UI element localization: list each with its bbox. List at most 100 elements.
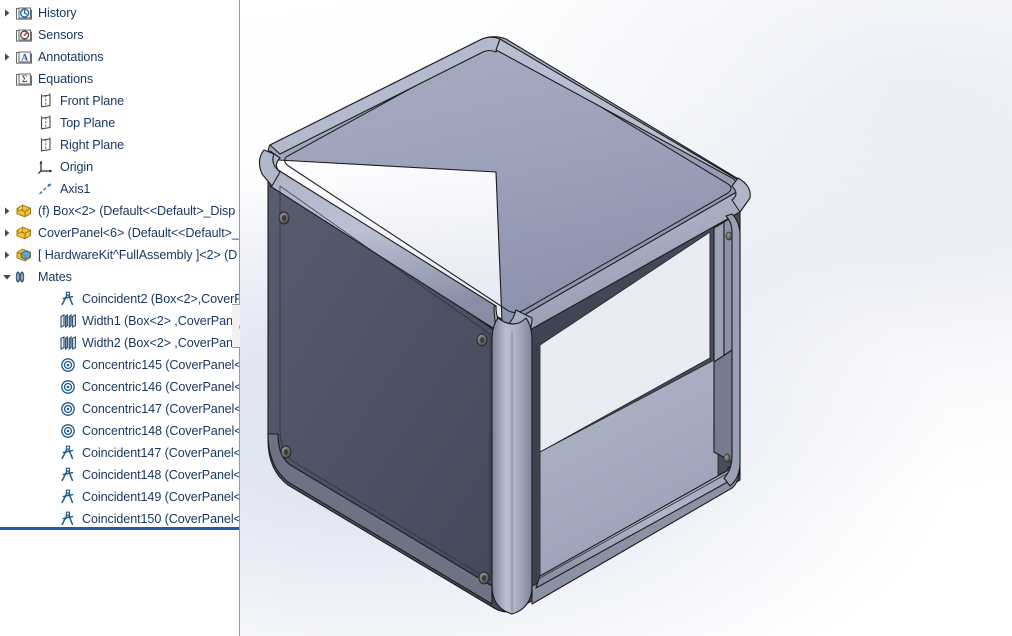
chevron-right-icon[interactable] <box>0 222 14 244</box>
panel-resize-grip[interactable] <box>232 304 240 348</box>
tree-item-label: Origin <box>60 160 93 174</box>
tree-row[interactable]: Concentric146 (CoverPanel<6>, <box>0 376 240 398</box>
concentric-mate-icon <box>58 399 78 419</box>
concentric-mate-icon <box>58 377 78 397</box>
axis-icon <box>36 179 56 199</box>
plane-icon <box>36 135 56 155</box>
twisty-placeholder <box>22 112 36 134</box>
tree-item-label: Front Plane <box>60 94 125 108</box>
tree-row[interactable]: Concentric148 (CoverPanel<6>, <box>0 420 240 442</box>
twisty-placeholder <box>44 464 58 486</box>
tree-item-label: Coincident148 (CoverPanel<6>, <box>82 468 240 482</box>
tree-row[interactable]: Coincident149 (CoverPanel<6>, <box>0 486 240 508</box>
twisty-placeholder <box>44 420 58 442</box>
twisty-placeholder <box>0 68 14 90</box>
twisty-placeholder <box>44 354 58 376</box>
tree-item-label: Mates <box>38 270 72 284</box>
tree-row[interactable]: Sensors <box>0 24 240 46</box>
coincident-mate-icon <box>58 443 78 463</box>
twisty-placeholder <box>22 178 36 200</box>
tree-row[interactable]: Coincident148 (CoverPanel<6>, <box>0 464 240 486</box>
twisty-placeholder <box>22 156 36 178</box>
plane-icon <box>36 113 56 133</box>
tree-item-label: Concentric148 (CoverPanel<6>, <box>82 424 240 438</box>
tree-item-label: Axis1 <box>60 182 91 196</box>
tree-row[interactable]: Width2 (Box<2> ,CoverPanel<6 <box>0 332 240 354</box>
tree-row[interactable]: A Annotations <box>0 46 240 68</box>
coincident-mate-icon <box>58 465 78 485</box>
component-part-icon <box>14 223 34 243</box>
tree-item-label: Concentric146 (CoverPanel<6>, <box>82 380 240 394</box>
tree-row[interactable]: Top Plane <box>0 112 240 134</box>
graphics-viewport[interactable] <box>240 0 1012 636</box>
chevron-down-icon[interactable] <box>0 266 14 288</box>
screw-bottom-right[interactable] <box>478 571 490 585</box>
tree-item-label: Right Plane <box>60 138 125 152</box>
concentric-mate-icon <box>58 421 78 441</box>
twisty-placeholder <box>44 332 58 354</box>
tree-item-label: Annotations <box>38 50 104 64</box>
origin-icon <box>36 157 56 177</box>
concentric-mate-icon <box>58 355 78 375</box>
tree-item-label: (f) Box<2> (Default<<Default>_Disp <box>38 204 236 218</box>
coincident-mate-icon <box>58 487 78 507</box>
chevron-right-icon[interactable] <box>0 244 14 266</box>
tree-row[interactable]: CoverPanel<6> (Default<<Default>_ <box>0 222 240 244</box>
tree-row[interactable]: Mates <box>0 266 240 288</box>
tree-row[interactable]: Front Plane <box>0 90 240 112</box>
twisty-placeholder <box>44 486 58 508</box>
width-mate-icon <box>58 333 78 353</box>
plane-icon <box>36 91 56 111</box>
tree-row[interactable]: Σ Equations <box>0 68 240 90</box>
twisty-placeholder <box>44 376 58 398</box>
tree-item-label: Coincident147 (CoverPanel<6>, <box>82 446 240 460</box>
twisty-placeholder <box>0 24 14 46</box>
twisty-placeholder <box>44 310 58 332</box>
opening-frame-rail-a <box>713 221 725 363</box>
screw-bottom-left[interactable] <box>280 445 292 459</box>
history-folder-icon <box>14 3 34 23</box>
tree-item-label: [ HardwareKit^FullAssembly ]<2> (D <box>38 248 238 262</box>
tree-item-label: Coincident2 (Box<2>,CoverPane <box>82 292 240 306</box>
twisty-placeholder <box>22 134 36 156</box>
tree-item-label: Concentric145 (CoverPanel<6>, <box>82 358 240 372</box>
screw-top-left[interactable] <box>278 211 290 225</box>
enclosure-box-3d-model[interactable] <box>240 0 1012 636</box>
twisty-placeholder <box>22 90 36 112</box>
cad-application-window: History Sensors A Annotations Σ Equation… <box>0 0 1012 636</box>
twisty-placeholder <box>44 288 58 310</box>
tree-row[interactable]: Origin <box>0 156 240 178</box>
feature-tree-list[interactable]: History Sensors A Annotations Σ Equation… <box>0 0 240 530</box>
tree-row[interactable]: Width1 (Box<2> ,CoverPanel<6 <box>0 310 240 332</box>
equations-folder-icon: Σ <box>14 69 34 89</box>
tree-item-label: CoverPanel<6> (Default<<Default>_ <box>38 226 239 240</box>
screw-top-right[interactable] <box>476 333 488 347</box>
screw-right-top[interactable] <box>725 231 733 241</box>
feature-manager-panel[interactable]: History Sensors A Annotations Σ Equation… <box>0 0 240 636</box>
chevron-right-icon[interactable] <box>0 200 14 222</box>
tree-item-label: Top Plane <box>60 116 116 130</box>
tree-row[interactable]: Concentric145 (CoverPanel<6>, <box>0 354 240 376</box>
coincident-mate-icon <box>58 289 78 309</box>
tree-item-label: History <box>38 6 77 20</box>
tree-item-label: Sensors <box>38 28 84 42</box>
screw-right-bottom[interactable] <box>723 453 731 463</box>
tree-row[interactable]: Coincident147 (CoverPanel<6>, <box>0 442 240 464</box>
tree-row[interactable]: [ HardwareKit^FullAssembly ]<2> (D <box>0 244 240 266</box>
component-assembly-icon <box>14 245 34 265</box>
tree-row[interactable]: History <box>0 2 240 24</box>
chevron-right-icon[interactable] <box>0 2 14 24</box>
tree-row[interactable]: Coincident2 (Box<2>,CoverPane <box>0 288 240 310</box>
svg-text:Σ: Σ <box>22 75 28 85</box>
tree-selection-indicator <box>0 527 240 530</box>
twisty-placeholder <box>44 398 58 420</box>
tree-row[interactable]: Axis1 <box>0 178 240 200</box>
tree-row[interactable]: Concentric147 (CoverPanel<6>, <box>0 398 240 420</box>
component-part-icon <box>14 201 34 221</box>
tree-item-label: Width1 (Box<2> ,CoverPanel<6 <box>82 314 240 328</box>
tree-row[interactable]: Right Plane <box>0 134 240 156</box>
chevron-right-icon[interactable] <box>0 46 14 68</box>
tree-row[interactable]: (f) Box<2> (Default<<Default>_Disp <box>0 200 240 222</box>
width-mate-icon <box>58 311 78 331</box>
coincident-mate-icon <box>58 509 78 529</box>
